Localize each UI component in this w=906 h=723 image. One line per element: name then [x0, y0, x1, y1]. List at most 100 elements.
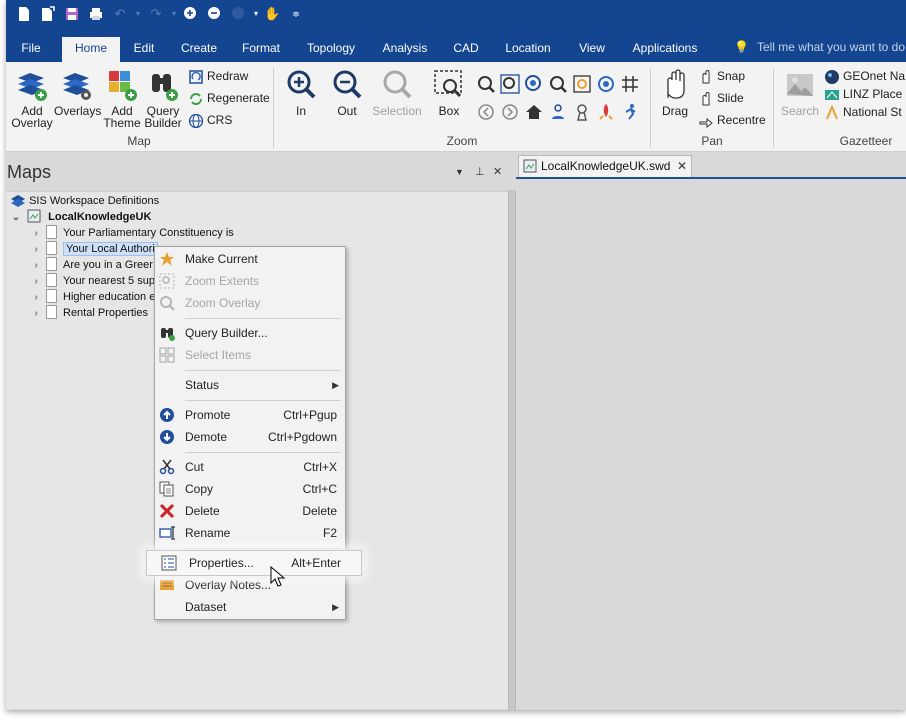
pan-hand-icon[interactable]: ✋ [264, 6, 280, 22]
tab-create[interactable]: Create [174, 39, 224, 62]
panel-splitter[interactable] [508, 190, 516, 710]
tab-applications[interactable]: Applications [626, 39, 704, 62]
pin-icon[interactable]: ⊥ [475, 165, 485, 178]
panel-close-icon[interactable]: ✕ [493, 165, 502, 178]
running-icon[interactable] [620, 102, 640, 122]
zoom-selection-button[interactable]: Selection [370, 68, 424, 117]
tab-topology[interactable]: Topology [300, 39, 362, 62]
menu-item-rename[interactable]: Rename F2 [155, 522, 345, 544]
forward-arrow-icon[interactable] [500, 102, 520, 122]
expand-icon[interactable]: › [30, 274, 42, 290]
menu-item-demote[interactable]: Demote Ctrl+Pgdown [155, 426, 345, 448]
save-icon[interactable] [64, 6, 80, 22]
gazetteer-search-button[interactable]: Search [780, 68, 820, 117]
tree-item[interactable]: › Rental Properties [30, 305, 148, 321]
home-icon[interactable] [524, 102, 544, 122]
expand-icon[interactable]: › [30, 242, 42, 258]
tab-edit[interactable]: Edit [124, 39, 164, 62]
gazetteer-national-label: National St [843, 105, 902, 119]
gazetteer-item-geonet[interactable]: GEOnet Na [824, 68, 905, 85]
back-arrow-icon[interactable] [476, 102, 496, 122]
tree-item[interactable]: › Higher education e [30, 289, 155, 305]
tree-item-selected[interactable]: › Your Local Authori [30, 241, 158, 257]
redraw-button[interactable]: Redraw [188, 68, 248, 85]
tab-close-icon[interactable]: ✕ [677, 156, 687, 176]
tab-analysis[interactable]: Analysis [376, 39, 434, 62]
new-icon[interactable] [16, 6, 32, 22]
zoom-out-button[interactable]: Out [330, 68, 364, 117]
zoom-box-button[interactable]: Box [432, 68, 466, 117]
tab-view[interactable]: View [572, 39, 612, 62]
circle-dropdown-icon[interactable]: ▾ [248, 6, 264, 22]
tree-item[interactable]: › Are you in a Greer [30, 257, 153, 273]
add-overlay-button[interactable]: Add Overlay [10, 68, 54, 129]
tree-workspace[interactable]: ⌄ LocalKnowledgeUK [10, 209, 151, 225]
keyhole-icon[interactable] [572, 102, 592, 122]
expand-icon[interactable]: › [30, 226, 42, 242]
rocket-icon[interactable] [596, 102, 616, 122]
recentre-button[interactable]: Recentre [698, 112, 766, 129]
menu-item-promote[interactable]: Promote Ctrl+Pgup [155, 404, 345, 426]
tree-root[interactable]: SIS Workspace Definitions [10, 193, 159, 209]
tell-me-search[interactable]: 💡 Tell me what you want to do [734, 40, 905, 54]
map-window[interactable] [516, 177, 906, 710]
menu-item-status[interactable]: Status ▶ [155, 374, 345, 396]
zoom-page-icon[interactable] [572, 74, 592, 94]
print-icon[interactable] [88, 6, 104, 22]
menu-item-make-current[interactable]: Make Current [155, 248, 345, 270]
tab-home[interactable]: Home [62, 37, 120, 62]
zoom-world-icon[interactable] [524, 74, 544, 94]
menu-item-copy[interactable]: Copy Ctrl+C [155, 478, 345, 500]
zoom-target-icon[interactable] [596, 74, 616, 94]
snap-hand-icon [702, 69, 710, 84]
menu-item-query-builder[interactable]: Query Builder... [155, 322, 345, 344]
menu-item-overlay-notes[interactable]: Overlay Notes... [155, 574, 345, 596]
panel-menu-icon[interactable]: ▼ [455, 167, 464, 177]
zoom-in-button[interactable]: In [284, 68, 318, 117]
crs-button[interactable]: CRS [188, 112, 232, 129]
add-icon[interactable] [182, 6, 198, 22]
query-builder-button[interactable]: Query Builder [142, 68, 184, 129]
customize-icon[interactable]: ≑ [288, 6, 304, 22]
menu-item-select-items[interactable]: Select Items [155, 344, 345, 366]
gazetteer-item-linz[interactable]: LINZ Place [824, 86, 902, 103]
remove-icon[interactable] [206, 6, 222, 22]
zoom-extents-icon[interactable] [500, 74, 520, 94]
zoom-previous-icon[interactable] [476, 74, 496, 94]
slide-button[interactable]: Slide [698, 90, 744, 107]
expand-icon[interactable]: › [30, 258, 42, 274]
drag-button[interactable]: Drag [658, 68, 692, 117]
undo-icon[interactable]: ↶ [112, 6, 128, 22]
expand-icon[interactable]: › [30, 290, 42, 306]
zoom-item-icon[interactable] [548, 74, 568, 94]
redo-dropdown-icon[interactable]: ▾ [166, 6, 182, 22]
menu-item-delete[interactable]: Delete Delete [155, 500, 345, 522]
document-tab[interactable]: LocalKnowledgeUK.swd ✕ [518, 155, 692, 177]
overlays-button[interactable]: Overlays [54, 68, 101, 117]
tree-item[interactable]: › Your nearest 5 sup [30, 273, 155, 289]
tab-location[interactable]: Location [496, 39, 560, 62]
circle-icon[interactable] [230, 6, 246, 22]
tab-file[interactable]: File [6, 39, 56, 62]
menu-item-cut[interactable]: Cut Ctrl+X [155, 456, 345, 478]
recentre-label: Recentre [717, 113, 766, 127]
gazetteer-item-national[interactable]: National St [824, 104, 902, 121]
menu-item-zoom-extents[interactable]: Zoom Extents [155, 270, 345, 292]
tab-format[interactable]: Format [234, 39, 288, 62]
redo-icon[interactable]: ↷ [148, 6, 164, 22]
tab-cad[interactable]: CAD [448, 39, 484, 62]
person-icon[interactable] [548, 102, 568, 122]
snap-button[interactable]: Snap [698, 68, 745, 85]
menu-item-properties[interactable]: Properties... Alt+Enter [146, 550, 362, 576]
new-workspace-icon[interactable] [40, 6, 56, 22]
undo-dropdown-icon[interactable]: ▾ [130, 6, 146, 22]
menu-item-label: Delete [185, 504, 220, 518]
grid-icon[interactable] [620, 74, 640, 94]
add-theme-button[interactable]: Add Theme [102, 68, 142, 129]
tree-item[interactable]: › Your Parliamentary Constituency is [30, 225, 234, 241]
menu-item-dataset[interactable]: Dataset ▶ [155, 596, 345, 618]
collapse-icon[interactable]: ⌄ [10, 210, 22, 226]
expand-icon[interactable]: › [30, 306, 42, 322]
regenerate-button[interactable]: Regenerate [188, 90, 270, 107]
menu-item-zoom-overlay[interactable]: Zoom Overlay [155, 292, 345, 314]
